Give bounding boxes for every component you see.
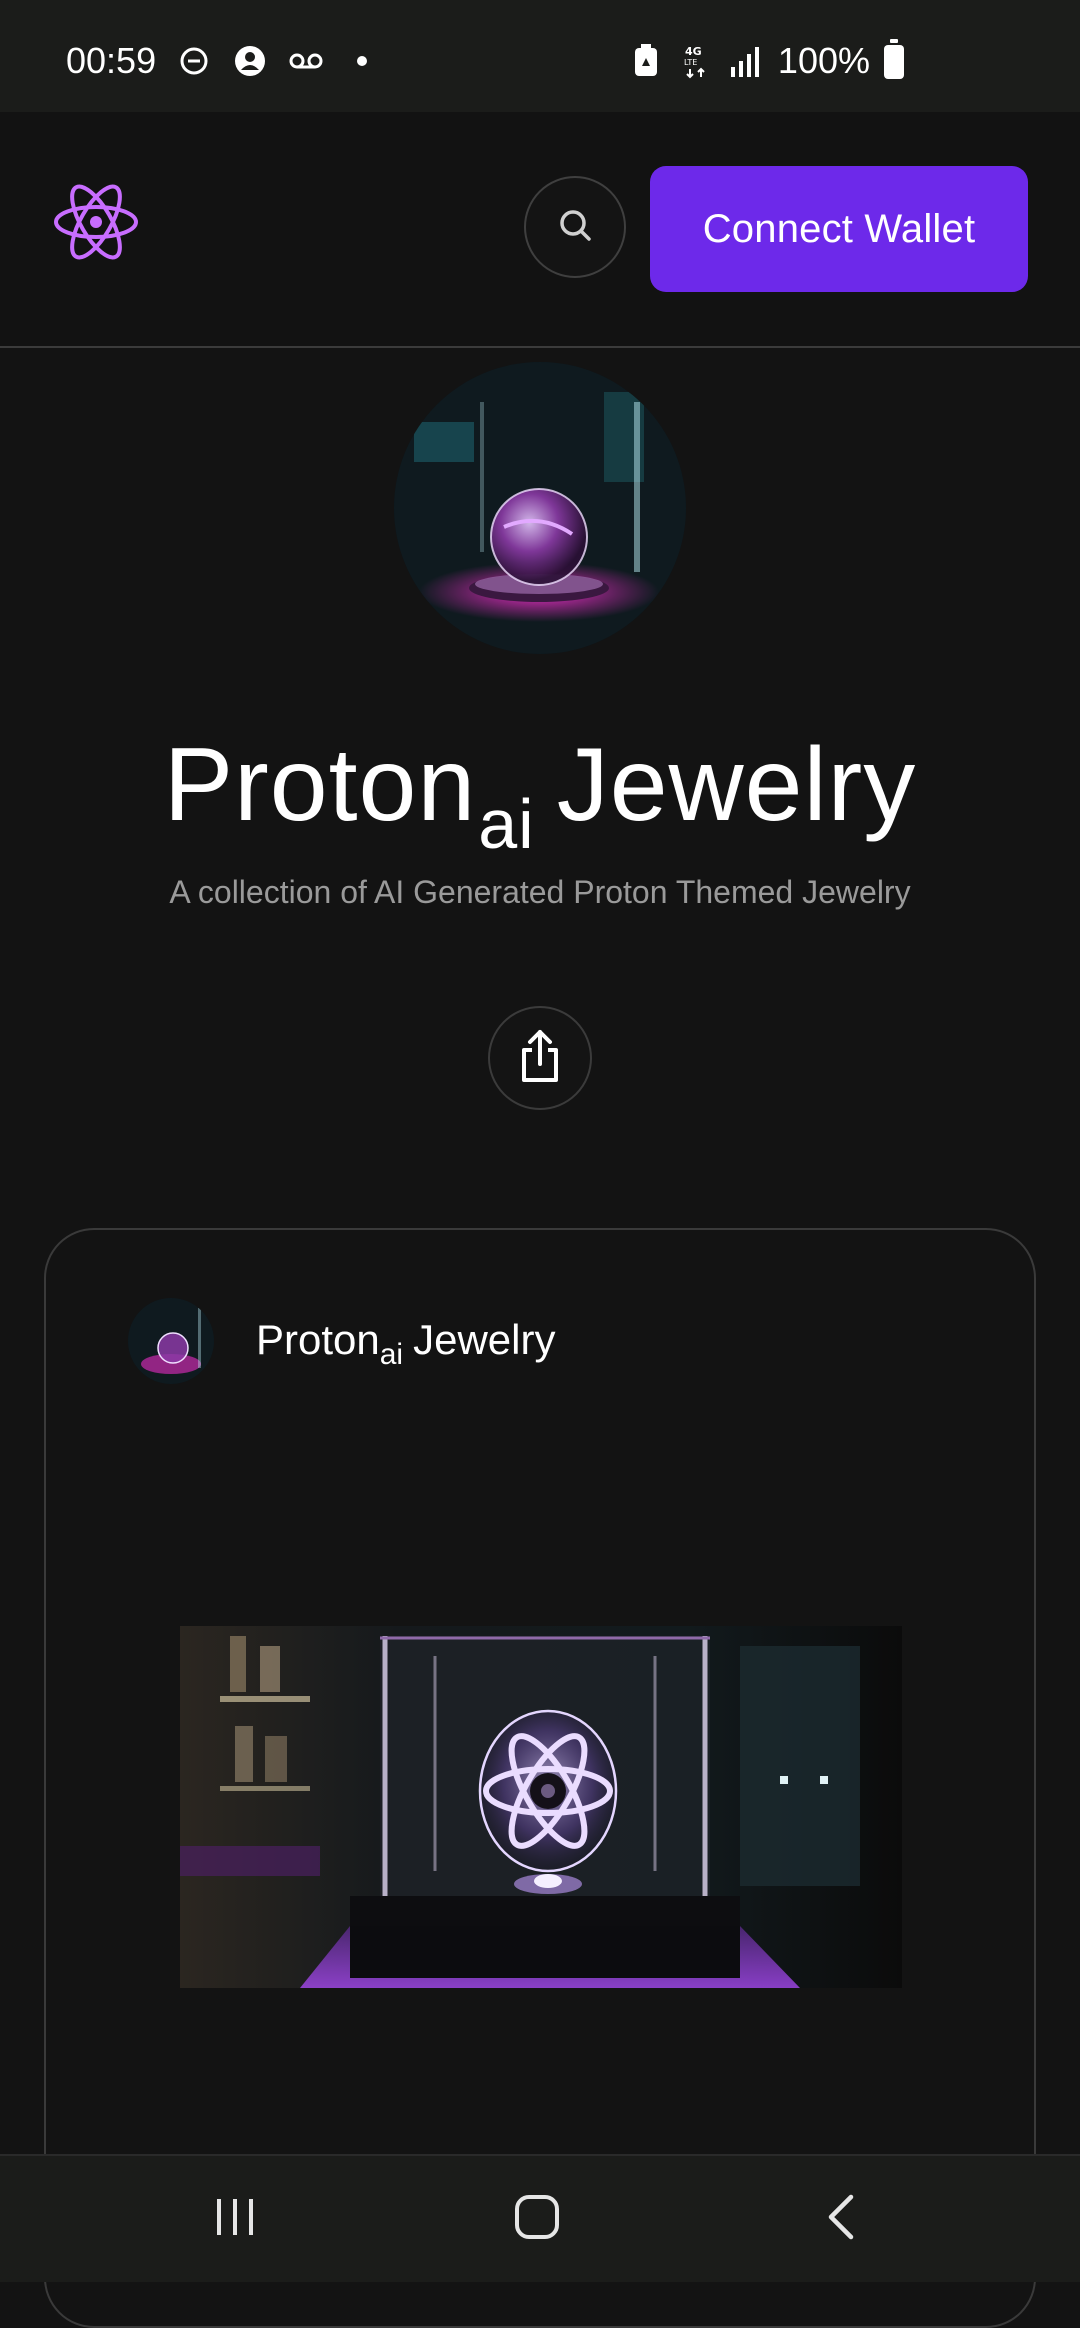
- share-icon: [516, 1028, 564, 1089]
- connect-wallet-button[interactable]: Connect Wallet: [650, 166, 1028, 292]
- 4g-lte-icon: 4G LTE: [678, 43, 714, 79]
- atom-logo-icon[interactable]: [52, 178, 140, 266]
- voicemail-icon: [288, 43, 324, 79]
- search-icon: [557, 207, 593, 248]
- recent-apps-button[interactable]: [200, 2184, 270, 2254]
- back-icon: [821, 2193, 861, 2246]
- status-time: 00:59: [66, 40, 157, 81]
- collection-avatar: [394, 362, 686, 654]
- status-bar: 00:59 4G LTE 100%: [0, 0, 1080, 112]
- battery-icon: [884, 39, 904, 79]
- card-title-subscript: ai: [379, 1338, 404, 1371]
- collection-title: Protonai Jewelry: [0, 726, 1080, 864]
- do-not-disturb-icon: [176, 43, 212, 79]
- card-image[interactable]: [180, 1626, 902, 1988]
- share-button[interactable]: [488, 1006, 592, 1110]
- card-title: Protonai Jewelry: [256, 1316, 555, 1372]
- collection-description: A collection of AI Generated Proton Them…: [169, 874, 911, 910]
- battery-percent: 100%: [777, 40, 870, 81]
- card-title-tail: Jewelry: [413, 1316, 556, 1363]
- system-navigation-bar: [0, 2154, 1080, 2282]
- title-subscript: ai: [478, 785, 535, 863]
- app-header: Connect Wallet: [0, 112, 1080, 348]
- account-icon: [232, 43, 268, 79]
- recent-apps-icon: [213, 2195, 257, 2244]
- back-button[interactable]: [806, 2184, 876, 2254]
- dot-icon: [344, 43, 380, 79]
- title-main: Proton: [163, 727, 477, 843]
- search-button[interactable]: [524, 176, 626, 278]
- svg-text:LTE: LTE: [684, 58, 697, 67]
- signal-icon: [728, 43, 764, 79]
- card-title-main: Proton: [256, 1316, 380, 1363]
- svg-text:4G: 4G: [685, 45, 702, 58]
- status-right: 4G LTE 100%: [628, 39, 904, 82]
- home-button[interactable]: [502, 2184, 572, 2254]
- home-icon: [513, 2193, 561, 2246]
- status-left: 00:59: [66, 40, 380, 82]
- title-tail: Jewelry: [556, 727, 917, 843]
- battery-saver-icon: [628, 43, 664, 79]
- card-avatar: [128, 1298, 214, 1384]
